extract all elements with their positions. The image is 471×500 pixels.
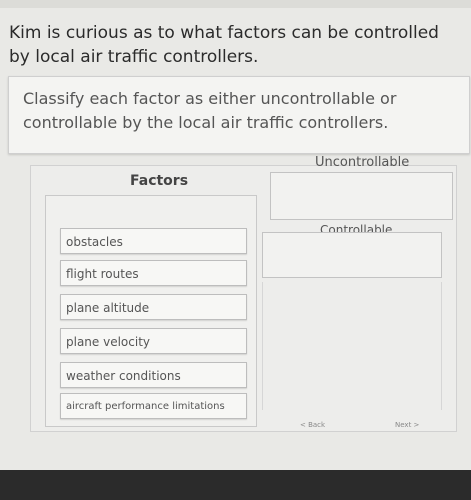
question-intro: Kim is curious as to what factors can be… bbox=[9, 23, 439, 67]
monitor-bezel bbox=[0, 470, 471, 500]
next-button[interactable]: Next > bbox=[395, 421, 419, 429]
screen: Kim is curious as to what factors can be… bbox=[0, 0, 471, 470]
factor-obstacles[interactable]: obstacles bbox=[60, 228, 247, 254]
factor-plane-altitude[interactable]: plane altitude bbox=[60, 294, 247, 320]
right-column-divider bbox=[262, 282, 442, 410]
factor-aircraft-performance-limitations[interactable]: aircraft performance limitations bbox=[60, 393, 247, 419]
uncontrollable-dropzone[interactable] bbox=[270, 172, 453, 220]
controllable-dropzone[interactable] bbox=[262, 232, 442, 278]
factor-weather-conditions[interactable]: weather conditions bbox=[60, 362, 247, 388]
question-instruction: Classify each factor as either uncontrol… bbox=[23, 89, 397, 132]
back-button[interactable]: < Back bbox=[300, 421, 325, 429]
uncontrollable-header: Uncontrollable bbox=[315, 155, 410, 170]
factors-header: Factors bbox=[130, 173, 189, 189]
factor-plane-velocity[interactable]: plane velocity bbox=[60, 328, 247, 354]
instruction-card: Classify each factor as either uncontrol… bbox=[8, 76, 470, 154]
factor-flight-routes[interactable]: flight routes bbox=[60, 260, 247, 286]
top-strip bbox=[0, 0, 471, 8]
